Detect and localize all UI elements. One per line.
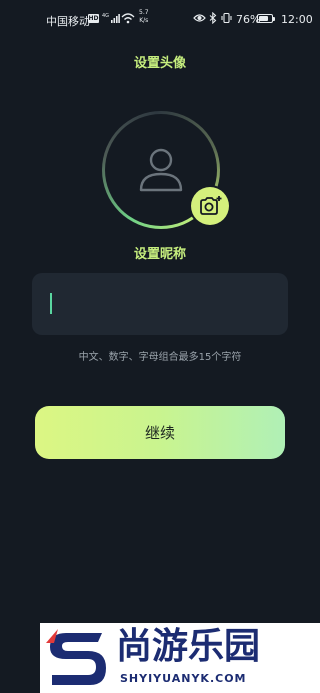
status-time: 12:00 xyxy=(281,13,313,26)
signal-4g-icon: 4G xyxy=(102,13,120,23)
watermark-logo-text: 尚游乐园 xyxy=(116,626,261,667)
wifi-icon xyxy=(121,13,135,24)
watermark-url: SHYIYUANYK.COM xyxy=(120,672,247,685)
bluetooth-icon xyxy=(209,12,217,24)
camera-button[interactable] xyxy=(191,187,229,225)
avatar-section-title: 设置头像 xyxy=(133,56,186,71)
network-speed-value: 5.7 xyxy=(139,9,149,16)
nickname-section-title: 设置昵称 xyxy=(133,247,186,262)
carrier-name: 中国移动 xyxy=(46,15,90,28)
battery-cap xyxy=(273,17,275,21)
nickname-input[interactable] xyxy=(32,273,288,335)
site-logo-icon xyxy=(46,629,106,685)
network-speed: 5.7 K/s xyxy=(139,9,149,25)
status-bar: 中国移动 HD 4G 5.7 K/s 76% 12:00 xyxy=(0,0,320,38)
battery-level-fill xyxy=(259,16,269,21)
svg-text:4G: 4G xyxy=(102,13,109,19)
eye-icon xyxy=(193,14,206,22)
battery-icon xyxy=(257,14,273,23)
camera-icon xyxy=(200,196,222,215)
profile-setup-screen: 中国移动 HD 4G 5.7 K/s 76% 12:00 设置头像 设置昵称 中… xyxy=(0,0,320,693)
text-cursor xyxy=(50,293,52,314)
watermark-banner: 尚游乐园 SHYIYUANYK.COM xyxy=(40,623,320,693)
continue-button[interactable]: 继续 xyxy=(35,406,285,459)
network-speed-unit: K/s xyxy=(139,17,149,24)
vibrate-icon xyxy=(221,12,232,24)
hd-badge: HD xyxy=(88,14,99,23)
user-silhouette-icon xyxy=(139,148,183,192)
nickname-hint: 中文、数字、字母组合最多15个字符 xyxy=(78,352,242,363)
